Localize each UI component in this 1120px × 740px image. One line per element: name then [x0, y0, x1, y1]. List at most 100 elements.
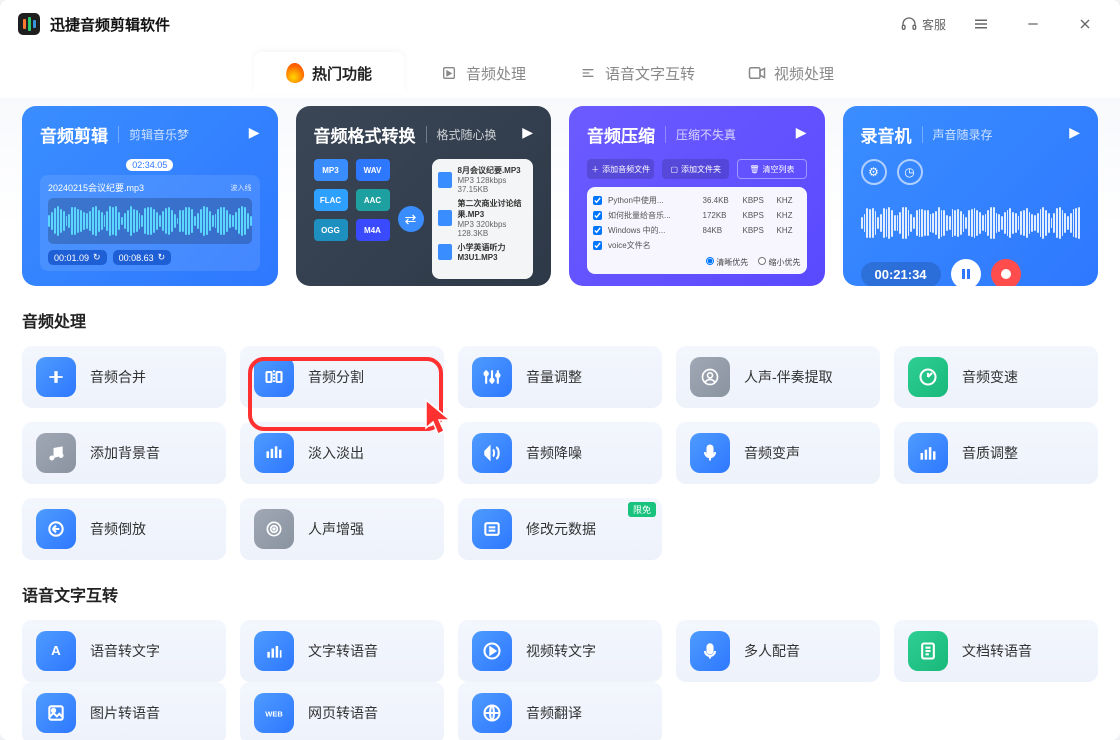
tool-add-bgm[interactable]: 添加背景音 — [22, 422, 226, 484]
titlebar: 迅捷音频剪辑软件 客服 — [0, 0, 1120, 48]
hero-title: 音频剪辑 — [40, 122, 108, 147]
tool-volume-adjust[interactable]: 音量调整 — [458, 346, 662, 408]
tool-edit-meta[interactable]: 修改元数据 限免 — [458, 498, 662, 560]
pause-button — [951, 259, 981, 286]
hero-title: 录音机 — [861, 122, 912, 147]
format-chip: M4A — [356, 219, 390, 241]
app-window: 迅捷音频剪辑软件 客服 热门功能 音频处理 语音文字互转 视频处理 音频剪辑剪辑音乐梦… — [0, 0, 1120, 740]
list-item: 8月会议纪要.MP3MP3 128kbps 37.15KB — [438, 165, 528, 194]
tool-label: 视频转文字 — [526, 641, 596, 661]
tool-label: 音质调整 — [962, 443, 1018, 463]
stt-icon: A — [36, 631, 76, 671]
tab-label: 语音文字互转 — [605, 63, 695, 84]
minimize-button[interactable] — [1016, 7, 1050, 41]
format-chip: AAC — [356, 189, 390, 211]
tab-speech[interactable]: 语音文字互转 — [562, 52, 712, 94]
convert-file-list: 8月会议纪要.MP3MP3 128kbps 37.15KB第二次商业讨论结果.M… — [432, 159, 534, 279]
tool-label: 音频倒放 — [90, 519, 146, 539]
tab-label: 热门功能 — [312, 63, 372, 84]
tool-audio-split[interactable]: 音频分割 — [240, 346, 444, 408]
tool-label: 音量调整 — [526, 367, 582, 387]
play-icon: ▶ — [522, 124, 533, 141]
app-title: 迅捷音频剪辑软件 — [50, 14, 170, 35]
tool-fade[interactable]: 淡入淡出 — [240, 422, 444, 484]
tool-web-to-speech[interactable]: WEB 网页转语音 — [240, 682, 444, 740]
close-button[interactable] — [1068, 7, 1102, 41]
hero-audio-compress[interactable]: 音频压缩压缩不失真 ▶ ＋ 添加音频文件 ▢ 添加文件夹 🗑 清空列表 Pyth… — [569, 106, 825, 286]
tool-img-to-speech[interactable]: 图片转语音 — [22, 682, 226, 740]
tool-vocal-extract[interactable]: 人声-伴奏提取 — [676, 346, 880, 408]
tool-audio-merge[interactable]: 音频合并 — [22, 346, 226, 408]
hero-row: 音频剪辑剪辑音乐梦 ▶ 02:34.05 20240215会议纪要.mp3 波入… — [22, 106, 1098, 286]
hero-subtitle: 压缩不失真 — [665, 126, 736, 143]
tool-grid: 音频合并 音频分割 音量调整 人声-伴奏提取 音频变速 添加背景音 淡入淡出 — [22, 346, 1098, 560]
svg-text:WEB: WEB — [265, 709, 283, 718]
customer-service-link[interactable]: 客服 — [901, 16, 946, 33]
tool-label: 音频合并 — [90, 367, 146, 387]
voice-icon — [690, 433, 730, 473]
gear-icon: ⚙ — [861, 159, 887, 185]
fade-icon — [254, 433, 294, 473]
format-chip: WAV — [356, 159, 390, 181]
side-label: 波入线 — [231, 183, 252, 193]
tool-vocal-enhance[interactable]: 人声增强 — [240, 498, 444, 560]
list-item: 小学英语听力M3U1.MP3 — [438, 242, 528, 262]
tool-label: 多人配音 — [744, 641, 800, 661]
img-icon — [36, 693, 76, 733]
play-icon: ▶ — [796, 124, 807, 141]
vtt-icon — [472, 631, 512, 671]
recorder-waveform — [861, 193, 1081, 253]
clock-icon: ◷ — [897, 159, 923, 185]
tool-doc-to-speech[interactable]: 文档转语音 — [894, 620, 1098, 682]
tool-quality[interactable]: 音质调整 — [894, 422, 1098, 484]
tool-voice-change[interactable]: 音频变声 — [676, 422, 880, 484]
fire-icon — [286, 64, 304, 82]
trans-icon — [472, 693, 512, 733]
opt-clear: 清晰优先 — [706, 257, 748, 268]
menu-button[interactable] — [964, 7, 998, 41]
hero-title: 音频格式转换 — [314, 122, 416, 147]
tool-speech-to-text[interactable]: A 语音转文字 — [22, 620, 226, 682]
marker-time: 02:34.05 — [126, 159, 173, 171]
text-icon — [579, 64, 597, 82]
tool-label: 修改元数据 — [526, 519, 596, 539]
tool-audio-translate[interactable]: 音频翻译 — [458, 682, 662, 740]
recorder-time: 00:21:34 — [861, 262, 941, 287]
doc-icon — [908, 631, 948, 671]
hero-subtitle: 剪辑音乐梦 — [118, 126, 189, 143]
denoise-icon — [472, 433, 512, 473]
end-time-chip: 00:08.63 ↻ — [113, 250, 172, 265]
web-icon: WEB — [254, 693, 294, 733]
tool-multi-dub[interactable]: 多人配音 — [676, 620, 880, 682]
tool-text-to-speech[interactable]: 文字转语音 — [240, 620, 444, 682]
quality-icon — [908, 433, 948, 473]
tool-label: 音频翻译 — [526, 703, 582, 723]
tool-grid: 图片转语音 WEB 网页转语音 音频翻译 — [22, 682, 1098, 740]
content-area: 音频剪辑剪辑音乐梦 ▶ 02:34.05 20240215会议纪要.mp3 波入… — [0, 98, 1120, 740]
tool-label: 文字转语音 — [308, 641, 378, 661]
record-button — [991, 259, 1021, 286]
customer-service-label: 客服 — [922, 16, 946, 33]
tab-video[interactable]: 视频处理 — [716, 52, 866, 94]
tab-label: 音频处理 — [466, 63, 526, 84]
tool-label: 人声-伴奏提取 — [744, 367, 833, 387]
tool-label: 音频变速 — [962, 367, 1018, 387]
tab-audio[interactable]: 音频处理 — [408, 52, 558, 94]
tool-label: 文档转语音 — [962, 641, 1032, 661]
svg-text:A: A — [51, 643, 61, 658]
hero-format-convert[interactable]: 音频格式转换格式随心换 ▶ MP3FLACOGG WAVAACM4A ⇄ 8月会… — [296, 106, 552, 286]
tool-reverse[interactable]: 音频倒放 — [22, 498, 226, 560]
hero-audio-edit[interactable]: 音频剪辑剪辑音乐梦 ▶ 02:34.05 20240215会议纪要.mp3 波入… — [22, 106, 278, 286]
format-chip: MP3 — [314, 159, 348, 181]
tool-video-to-text[interactable]: 视频转文字 — [458, 620, 662, 682]
hero-recorder[interactable]: 录音机声音随录存 ▶ ⚙ ◷ 00:21:34 — [843, 106, 1099, 286]
tool-audio-speed[interactable]: 音频变速 — [894, 346, 1098, 408]
tab-hot[interactable]: 热门功能 — [254, 52, 404, 94]
add-file-btn: ＋ 添加音频文件 — [587, 159, 654, 179]
add-dir-btn: ▢ 添加文件夹 — [662, 159, 729, 179]
compress-table: Python中使用...36.4KBKBPSKHZ如何批量给音乐...172KB… — [587, 187, 807, 274]
tool-denoise[interactable]: 音频降噪 — [458, 422, 662, 484]
clear-btn: 🗑 清空列表 — [737, 159, 806, 179]
tab-label: 视频处理 — [774, 63, 834, 84]
free-badge: 限免 — [628, 502, 656, 517]
